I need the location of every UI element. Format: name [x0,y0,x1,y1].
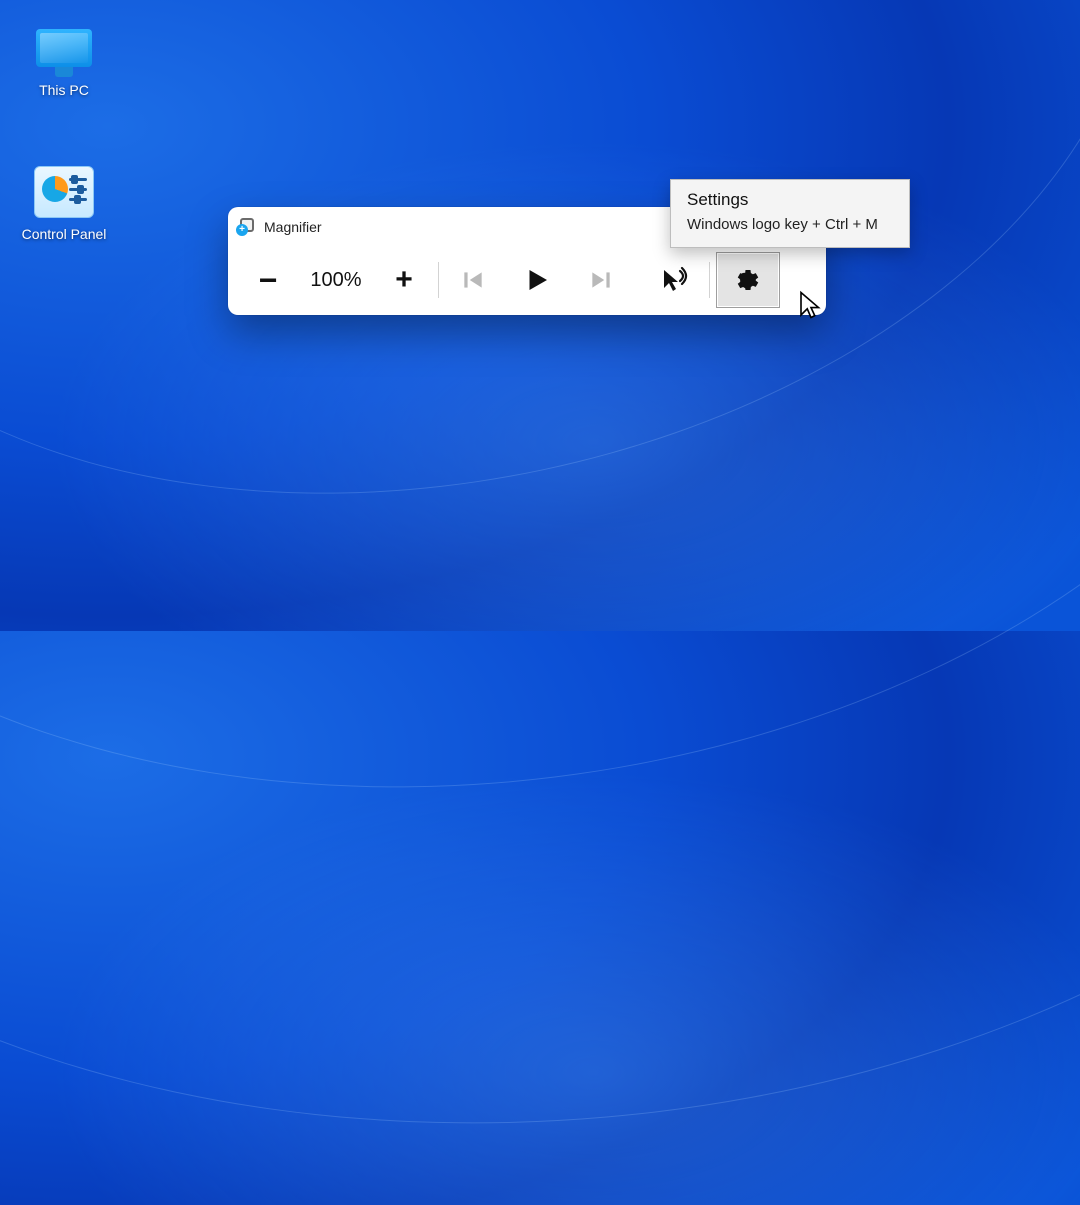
separator [709,262,710,298]
skip-next-icon [588,267,614,293]
skip-previous-icon [460,267,486,293]
play-icon [522,265,552,295]
desktop-icon-this-pc[interactable]: This PC [14,20,114,98]
cursor-audio-icon [660,266,690,294]
window-title: Magnifier [264,219,322,235]
zoom-level: 100% [296,269,376,292]
next-button[interactable] [573,252,629,308]
desktop-icon-control-panel[interactable]: Control Panel [14,164,114,242]
monitor-icon [32,20,96,76]
read-aloud-cursor-button[interactable] [647,252,703,308]
magnifier-app-icon: + [238,218,256,236]
separator [438,262,439,298]
tooltip-shortcut: Windows logo key + Ctrl + M [687,216,893,233]
zoom-out-button[interactable]: − [240,252,296,308]
desktop-icon-label: Control Panel [22,226,107,242]
magnifier-toolbar: − 100% + [228,247,826,315]
previous-button[interactable] [445,252,501,308]
minus-icon: − [259,262,278,299]
settings-button[interactable] [716,252,780,308]
zoom-in-button[interactable]: + [376,252,432,308]
plus-icon: + [395,263,413,297]
gear-icon [733,265,763,295]
settings-tooltip: Settings Windows logo key + Ctrl + M [670,179,910,248]
play-button[interactable] [501,252,573,308]
control-panel-icon [32,164,96,220]
tooltip-title: Settings [687,190,893,210]
desktop-icon-label: This PC [39,82,89,98]
